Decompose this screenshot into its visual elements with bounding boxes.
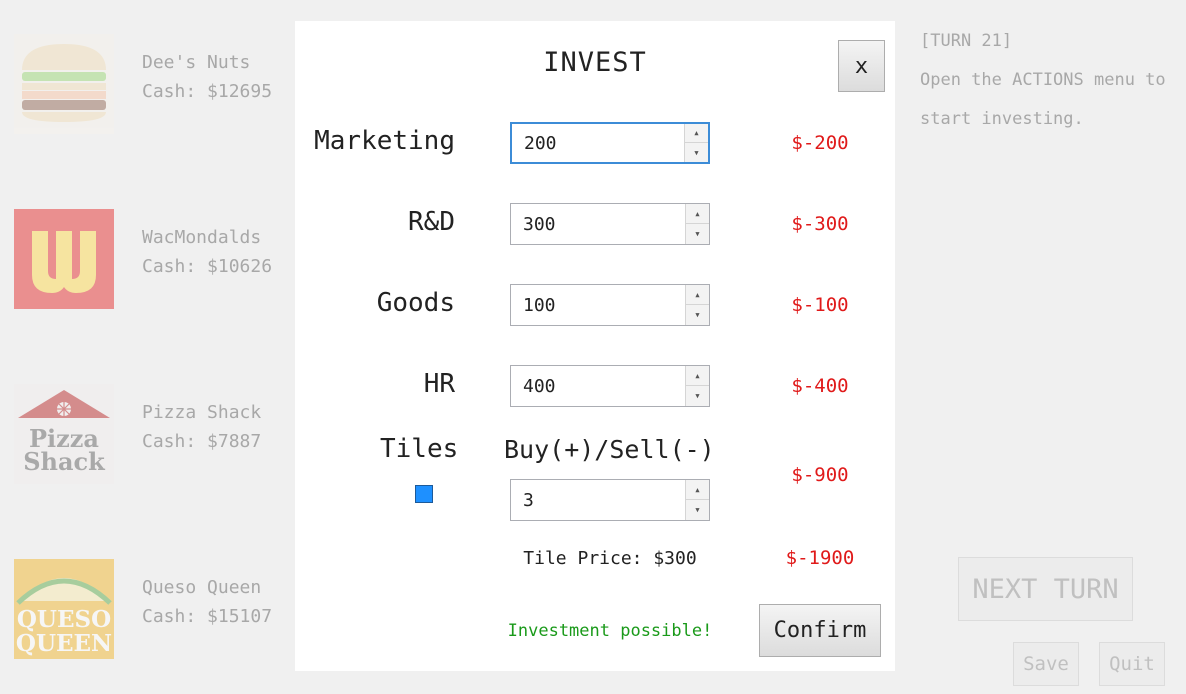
- save-button[interactable]: Save: [1013, 642, 1079, 686]
- turn-info: [TURN 21] Open the ACTIONS menu to start…: [920, 22, 1180, 139]
- hr-cost: $-400: [791, 375, 849, 397]
- investment-status: Investment possible!: [507, 621, 713, 641]
- burger-logo: [14, 34, 114, 134]
- rnd-decrement-button[interactable]: ▼: [686, 224, 709, 244]
- close-icon: x: [854, 53, 869, 79]
- tiles-input[interactable]: [511, 480, 686, 520]
- queso-queen-logo: QUESO QUEEN: [14, 559, 114, 659]
- goods-cost: $-100: [791, 294, 849, 316]
- goods-label: Goods: [376, 288, 455, 318]
- hr-spinbox[interactable]: ▲ ▼: [510, 365, 710, 407]
- rnd-spinbox[interactable]: ▲ ▼: [510, 203, 710, 245]
- company-cash: Cash: $15107: [142, 606, 273, 627]
- company-name: Queso Queen: [142, 577, 262, 598]
- goods-spinbox[interactable]: ▲ ▼: [510, 284, 710, 326]
- chevron-up-icon: ▲: [694, 129, 699, 137]
- turn-counter: [TURN 21]: [920, 31, 1013, 51]
- rnd-cost: $-300: [791, 213, 849, 235]
- company-name: WacMondalds: [142, 227, 262, 248]
- rnd-label: R&D: [408, 207, 455, 237]
- chevron-up-icon: ▲: [695, 290, 700, 299]
- company-dees-nuts: Dee's Nuts Cash: $12695: [14, 34, 274, 134]
- chevron-down-icon: ▼: [695, 311, 700, 319]
- company-wacmondalds: WacMondalds Cash: $10626: [14, 209, 274, 309]
- tile-color-swatch: [415, 485, 433, 503]
- close-button[interactable]: x: [838, 40, 885, 92]
- company-name: Pizza Shack: [142, 402, 262, 423]
- company-queso-queen: QUESO QUEEN Queso Queen Cash: $15107: [14, 559, 274, 659]
- chevron-up-icon: ▲: [695, 485, 700, 494]
- chevron-down-icon: ▼: [695, 392, 700, 400]
- chevron-up-icon: ▲: [695, 209, 700, 218]
- tiles-spinbox[interactable]: ▲ ▼: [510, 479, 710, 521]
- hr-decrement-button[interactable]: ▼: [686, 386, 709, 406]
- hr-increment-button[interactable]: ▲: [686, 366, 709, 386]
- marketing-increment-button[interactable]: ▲: [685, 124, 708, 143]
- company-cash: Cash: $7887: [142, 431, 262, 452]
- pizza-shack-logo-word: Shack: [23, 447, 106, 476]
- next-turn-button[interactable]: NEXT TURN: [958, 557, 1133, 621]
- goods-input[interactable]: [511, 285, 686, 325]
- goods-increment-button[interactable]: ▲: [686, 285, 709, 305]
- dialog-title: INVEST: [543, 47, 647, 78]
- tiles-cost: $-900: [791, 464, 849, 486]
- rnd-increment-button[interactable]: ▲: [686, 204, 709, 224]
- tile-price: Tile Price: $300: [523, 548, 697, 569]
- goods-decrement-button[interactable]: ▼: [686, 305, 709, 325]
- rnd-input[interactable]: [511, 204, 686, 244]
- chevron-up-icon: ▲: [695, 371, 700, 380]
- company-cash: Cash: $10626: [142, 256, 273, 277]
- marketing-cost: $-200: [791, 132, 849, 154]
- company-pizza-shack: Pizza Shack Pizza Shack Cash: $7887: [14, 384, 274, 484]
- total-cost: $-1900: [785, 547, 855, 569]
- tiles-label: Tiles: [380, 434, 459, 464]
- chevron-down-icon: ▼: [695, 506, 700, 514]
- marketing-label: Marketing: [314, 126, 455, 156]
- marketing-decrement-button[interactable]: ▼: [685, 143, 708, 162]
- chevron-down-icon: ▼: [694, 148, 699, 157]
- wacmondalds-logo: [14, 209, 114, 309]
- company-name: Dee's Nuts: [142, 52, 251, 73]
- turn-message: Open the ACTIONS menu to start investing…: [920, 70, 1166, 129]
- confirm-button[interactable]: Confirm: [759, 604, 881, 657]
- tiles-decrement-button[interactable]: ▼: [686, 500, 709, 520]
- invest-dialog: INVEST x Marketing ▲ ▼ $-200 R&D ▲ ▼ $-3…: [295, 21, 895, 671]
- marketing-input[interactable]: [512, 124, 687, 162]
- buy-sell-label: Buy(+)/Sell(-): [504, 435, 715, 464]
- queso-queen-logo-word: QUEEN: [16, 630, 112, 657]
- hr-input[interactable]: [511, 366, 686, 406]
- marketing-spinbox[interactable]: ▲ ▼: [510, 122, 710, 164]
- queso-queen-logo-word: QUESO: [17, 606, 111, 633]
- pizza-shack-logo: Pizza Shack: [14, 384, 114, 484]
- company-cash: Cash: $12695: [142, 81, 273, 102]
- chevron-down-icon: ▼: [695, 230, 700, 238]
- hr-label: HR: [423, 369, 455, 399]
- tiles-increment-button[interactable]: ▲: [686, 480, 709, 500]
- quit-button[interactable]: Quit: [1099, 642, 1165, 686]
